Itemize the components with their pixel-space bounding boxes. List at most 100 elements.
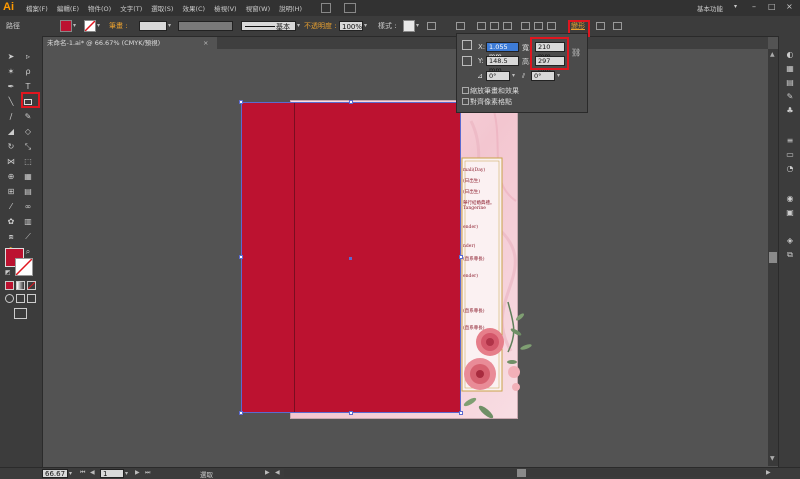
chevron-down-icon[interactable]: ▾ [69,470,72,477]
free-transform-icon[interactable]: ⬚ [23,157,33,167]
chevron-down-icon[interactable]: ▾ [73,22,76,29]
stroke-label[interactable]: 筆畫 : [109,21,128,31]
menu-type[interactable]: 文字(T) [120,3,142,13]
eyedropper-tool-icon[interactable]: ⁄ [6,202,16,212]
color-panel-icon[interactable]: ◐ [785,50,795,59]
color-guide-icon[interactable]: ▦ [785,64,795,73]
scroll-down-icon[interactable]: ▼ [770,455,775,462]
draw-inside-icon[interactable] [27,294,36,303]
x-field[interactable]: 1.055 mm [486,42,519,60]
scale-strokes-checkbox[interactable] [462,87,469,94]
chevron-down-icon[interactable]: ▾ [168,22,171,29]
document-tab[interactable]: 未命名-1.ai* @ 66.67% (CMYK/預視) × [43,37,217,49]
variable-width-profile[interactable] [178,21,233,31]
mesh-tool-icon[interactable]: ⊞ [6,187,16,197]
column-graph-icon[interactable]: ▥ [23,217,33,227]
zoom-field[interactable]: 66.67 [42,469,68,478]
shape-builder-icon[interactable]: ⊕ [6,172,16,182]
isolate-icon[interactable] [596,22,605,30]
chevron-down-icon[interactable]: ▾ [734,3,737,10]
draw-normal-icon[interactable] [5,294,14,303]
align-to-icon[interactable] [456,22,465,30]
zoom-tool-icon[interactable]: ⌕ [23,247,33,257]
transparency-panel-icon[interactable]: ◔ [785,164,795,173]
paintbrush-tool-icon[interactable]: ∕ [6,112,16,122]
menu-help[interactable]: 說明(H) [279,3,302,13]
horizontal-scrollbar[interactable] [284,469,764,477]
bridge-icon[interactable] [321,3,331,13]
opacity-label[interactable]: 不透明度 : [304,21,337,31]
type-tool-icon[interactable]: T [23,82,33,92]
chevron-down-icon[interactable]: ▾ [512,72,515,79]
brushes-panel-icon[interactable]: ✎ [785,92,795,101]
stroke-swatch[interactable] [84,20,96,32]
line-tool-icon[interactable]: ╲ [6,97,16,107]
workspace-switcher[interactable]: 基本功能 [697,3,723,13]
gradient-tool-icon[interactable]: ▤ [23,187,33,197]
vertical-scrollbar[interactable]: ▲ ▼ [768,49,778,466]
shear-field[interactable]: 0° [531,71,555,81]
menu-file[interactable]: 檔案(F) [26,3,48,13]
minimize-icon[interactable]: – [752,2,756,11]
chevron-down-icon[interactable]: ▾ [297,22,300,29]
scroll-right-icon[interactable]: ▶ [766,469,771,476]
vertical-scroll-thumb[interactable] [769,252,777,263]
constrain-proportions-icon[interactable]: ⛓ [571,48,581,57]
color-mode-icon[interactable] [5,281,14,290]
chevron-down-icon[interactable]: ▾ [557,72,560,79]
reference-point-grid-icon[interactable] [462,56,472,66]
close-tab-icon[interactable]: × [203,37,208,49]
graphic-style-swatch[interactable] [403,20,415,32]
none-mode-icon[interactable] [27,281,36,290]
graphic-styles-icon[interactable]: ▣ [785,208,795,217]
artboards-panel-icon[interactable]: ⧉ [785,250,795,259]
selection-handle[interactable] [459,255,463,259]
layers-panel-icon[interactable]: ◈ [785,236,795,245]
pencil-tool-icon[interactable]: ✎ [23,112,33,122]
align-pixel-grid-checkbox[interactable] [462,98,469,105]
selection-handle[interactable] [349,100,353,104]
lasso-tool-icon[interactable]: ρ [23,67,33,77]
eraser-tool-icon[interactable]: ◇ [23,127,33,137]
chevron-down-icon[interactable]: ▾ [97,22,100,29]
next-artboard-icon[interactable]: ▶ [135,469,140,476]
document-setup-icon[interactable] [427,22,436,30]
perspective-grid-icon[interactable]: ▦ [23,172,33,182]
opacity-field[interactable]: 100% [339,21,363,31]
first-artboard-icon[interactable]: ⏮ [80,469,85,477]
artboard-tool-icon[interactable]: ⧈ [6,232,16,242]
close-icon[interactable]: × [786,2,793,11]
selection-tool-icon[interactable]: ➤ [6,52,16,62]
draw-behind-icon[interactable] [16,294,25,303]
chevron-down-icon[interactable]: ▾ [416,22,419,29]
align-bottom-icon[interactable] [547,22,556,30]
y-field[interactable]: 148.5 mm [486,56,519,74]
status-menu-icon[interactable]: ▶ [265,469,270,476]
rotate-field[interactable]: 0° [486,71,510,81]
brush-definition-field[interactable]: 基本 [241,21,296,31]
last-artboard-icon[interactable]: ⏭ [145,469,150,477]
selection-handle[interactable] [459,411,463,415]
menu-select[interactable]: 選取(S) [151,3,173,13]
swatches-panel-icon[interactable]: ▤ [785,78,795,87]
default-colors-icon[interactable]: ◩ [5,269,11,276]
menu-object[interactable]: 物件(O) [88,3,111,13]
fill-swatch[interactable] [60,20,72,32]
chevron-down-icon[interactable]: ▾ [364,22,367,29]
blob-brush-icon[interactable]: ◢ [6,127,16,137]
reference-point-icon[interactable] [462,40,472,50]
menu-view[interactable]: 檢視(V) [214,3,237,13]
horizontal-scroll-thumb[interactable] [517,469,526,477]
prev-artboard-icon[interactable]: ◀ [90,469,95,476]
menu-edit[interactable]: 編輯(E) [57,3,79,13]
stroke-color-box[interactable] [15,258,33,276]
align-right-icon[interactable] [503,22,512,30]
align-top-icon[interactable] [521,22,530,30]
selection-handle[interactable] [349,411,353,415]
chevron-down-icon[interactable]: ▾ [125,470,128,477]
align-center-icon[interactable] [490,22,499,30]
align-middle-icon[interactable] [534,22,543,30]
gradient-panel-icon[interactable]: ▭ [785,150,795,159]
gradient-mode-icon[interactable] [16,281,25,290]
pen-tool-icon[interactable]: ✒ [6,82,16,92]
